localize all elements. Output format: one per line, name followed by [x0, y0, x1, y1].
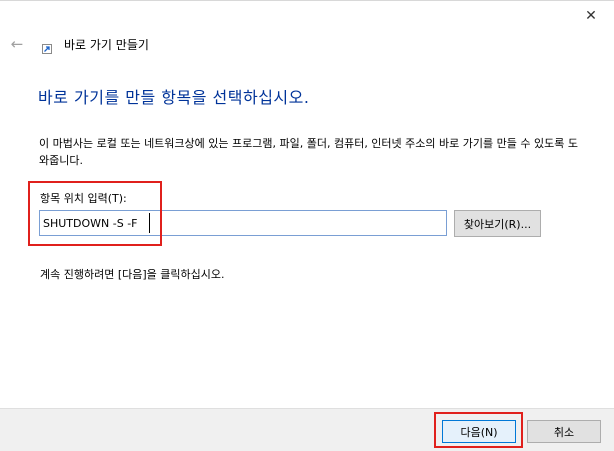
button-bar: [0, 408, 614, 451]
location-input[interactable]: [39, 210, 447, 236]
close-icon: ✕: [585, 8, 597, 24]
shortcut-icon: [42, 39, 52, 54]
close-button[interactable]: ✕: [568, 1, 614, 31]
continue-instruction: 계속 진행하려면 [다음]을 클릭하십시오.: [40, 268, 225, 281]
back-arrow-icon: ←: [10, 35, 24, 53]
location-label: 항목 위치 입력(T):: [40, 192, 127, 205]
window-title: 바로 가기 만들기: [64, 37, 149, 52]
shortcut-icon-graphic: [42, 44, 52, 54]
cancel-button[interactable]: 취소: [527, 420, 601, 443]
browse-button[interactable]: 찾아보기(R)...: [454, 210, 541, 237]
create-shortcut-window: ✕ ← 바로 가기 만들기 바로 가기를 만들 항목을 선택하십시오. 이 마법…: [0, 0, 614, 451]
wizard-description: 이 마법사는 로컬 또는 네트워크상에 있는 프로그램, 파일, 폴더, 컴퓨터…: [39, 137, 578, 167]
page-heading: 바로 가기를 만들 항목을 선택하십시오.: [38, 88, 310, 107]
title-bar: ← 바로 가기 만들기: [8, 34, 149, 54]
text-caret: [149, 213, 150, 233]
back-button[interactable]: ←: [8, 35, 26, 53]
next-button[interactable]: 다음(N): [442, 420, 516, 443]
